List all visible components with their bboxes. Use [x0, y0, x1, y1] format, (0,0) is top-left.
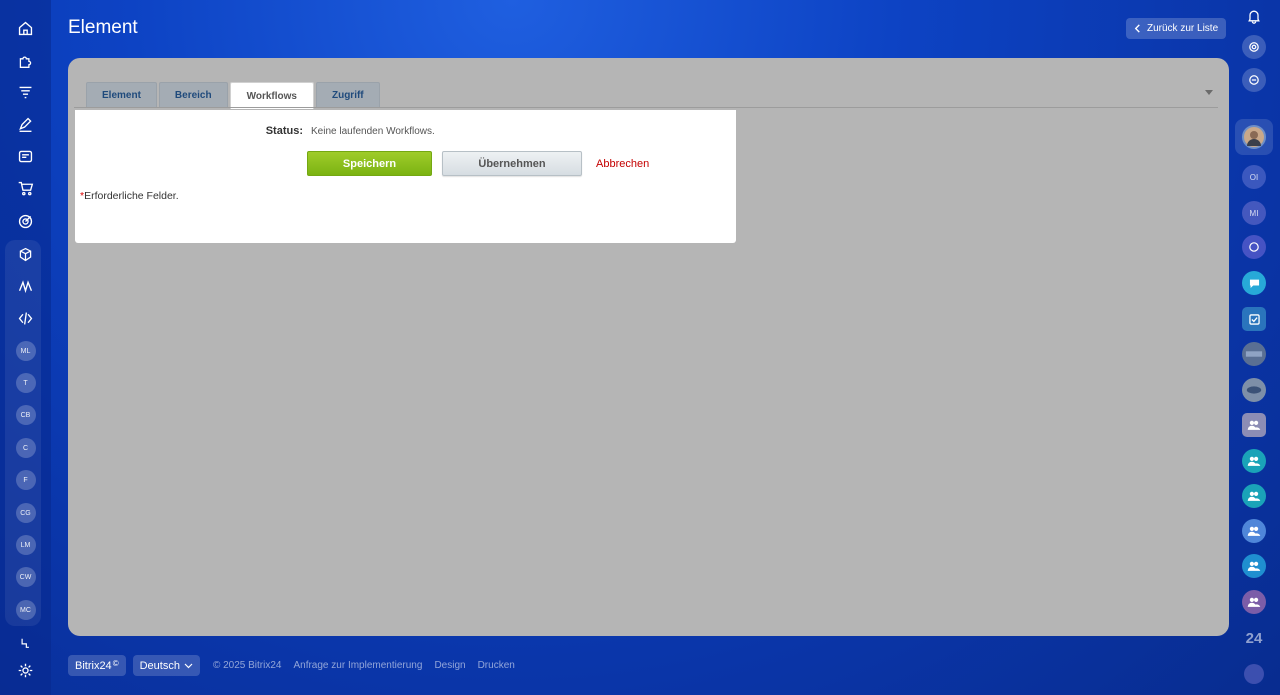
required-fields-text: Erforderliche Felder. [84, 190, 179, 202]
sidebar-group-cb[interactable]: CB [0, 399, 51, 431]
news-icon[interactable] [0, 140, 51, 172]
save-button[interactable]: Speichern [307, 151, 432, 176]
page-title: Element [68, 17, 138, 38]
language-label: Deutsch [139, 659, 180, 672]
funnel-icon[interactable] [0, 76, 51, 108]
brand-label: Bitrix24 [75, 659, 112, 672]
sidebar-group-t[interactable]: T [0, 367, 51, 399]
sidebar-group-cw[interactable]: CW [0, 561, 51, 593]
settings-icon[interactable] [0, 654, 51, 686]
bell-icon[interactable] [1228, 0, 1280, 32]
required-fields-note: *Erforderliche Felder. [80, 190, 179, 202]
sidebar-group-c[interactable]: C [0, 432, 51, 464]
chevron-left-icon [1134, 24, 1140, 33]
tab-divider [74, 107, 1218, 108]
sidebar-group-mc[interactable]: MC [0, 594, 51, 626]
workflow-form: Status: Keine laufenden Workflows. Speic… [75, 110, 736, 243]
apply-button[interactable]: Übernehmen [442, 151, 582, 176]
at-mention-icon[interactable] [1228, 231, 1280, 263]
right-sidebar: OI MI 24 [1228, 0, 1280, 695]
search-circle-icon[interactable] [1228, 31, 1280, 63]
group-avatar-1[interactable] [1228, 338, 1280, 370]
puzzle-icon[interactable] [0, 44, 51, 76]
group-chat-icon-4[interactable] [1228, 515, 1280, 547]
bitrix24-footer-button[interactable]: Bitrix24 © [68, 655, 126, 676]
current-user-avatar[interactable] [1228, 121, 1280, 153]
home-icon[interactable] [0, 12, 51, 44]
code-icon[interactable] [0, 302, 51, 334]
chevron-down-icon [184, 663, 193, 668]
tab-element[interactable]: Element [86, 82, 157, 108]
footer-link-print[interactable]: Drucken [478, 660, 515, 671]
box-icon[interactable] [0, 238, 51, 270]
group-chat-icon-1[interactable] [1228, 409, 1280, 441]
sidebar-group-lm[interactable]: LM [0, 529, 51, 561]
task-check-icon[interactable] [1228, 303, 1280, 335]
group-chat-icon-6[interactable] [1228, 586, 1280, 618]
group-chat-icon-2[interactable] [1228, 445, 1280, 477]
tab-zugriff[interactable]: Zugriff [315, 82, 380, 108]
status-label: Status: [265, 125, 303, 137]
group-chat-icon-5[interactable] [1228, 550, 1280, 582]
status-value: Keine laufenden Workflows. [311, 126, 435, 137]
cancel-link[interactable]: Abbrechen [596, 158, 649, 170]
footer-link-implementation[interactable]: Anfrage zur Implementierung [293, 660, 422, 671]
user-avatar-oi[interactable]: OI [1228, 161, 1280, 193]
user-avatar-mi[interactable]: MI [1228, 197, 1280, 229]
back-to-list-button[interactable]: Zurück zur Liste [1126, 18, 1227, 39]
sidebar-group-f[interactable]: F [0, 464, 51, 496]
sidebar-group-cg[interactable]: CG [0, 497, 51, 529]
group-chat-icon-3[interactable] [1228, 480, 1280, 512]
sidebar-group-ml[interactable]: ML [0, 335, 51, 367]
tab-bar: Element Bereich Workflows Zugriff [86, 82, 380, 109]
cart-icon[interactable] [0, 172, 51, 204]
pen-icon[interactable] [0, 108, 51, 140]
language-select[interactable]: Deutsch [132, 655, 200, 676]
pulse-icon[interactable] [0, 624, 51, 656]
logo-icon[interactable] [0, 270, 51, 302]
bitrix24-logo[interactable]: 24 [1228, 622, 1280, 654]
footer-link-design[interactable]: Design [434, 660, 465, 671]
footer: Bitrix24 © Deutsch © 2025 Bitrix24 Anfrag… [68, 655, 515, 676]
copyright-text: © 2025 Bitrix24 [212, 660, 282, 671]
chat-bubble-icon[interactable] [1228, 267, 1280, 299]
help-icon[interactable] [1228, 658, 1280, 690]
target-icon[interactable] [0, 205, 51, 237]
chat-search-icon[interactable] [1228, 64, 1280, 96]
chevron-down-icon[interactable] [1205, 90, 1213, 95]
left-sidebar: ML T CB C F CG LM CW MC [0, 0, 51, 695]
tab-workflows[interactable]: Workflows [229, 82, 314, 109]
group-avatar-2[interactable] [1228, 374, 1280, 406]
tab-bereich[interactable]: Bereich [158, 82, 228, 108]
back-to-list-label: Zurück zur Liste [1147, 23, 1219, 34]
brand-mark: © [112, 658, 119, 668]
